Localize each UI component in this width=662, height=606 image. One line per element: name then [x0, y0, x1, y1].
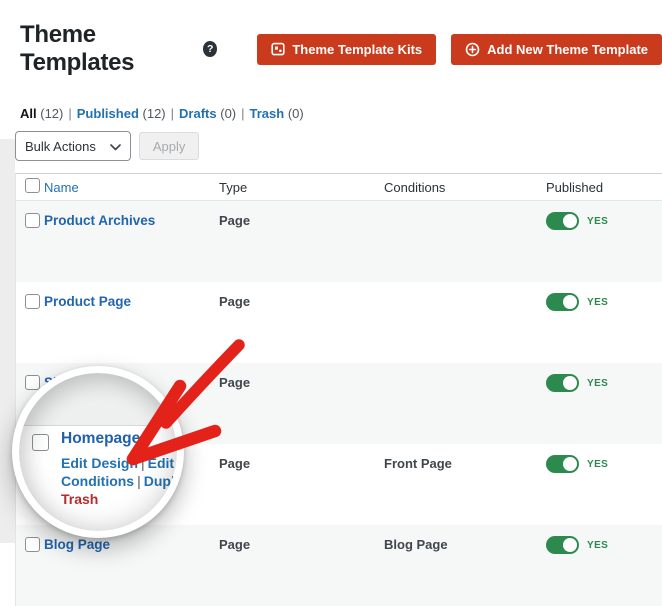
plus-circle-icon: [465, 42, 480, 57]
magnified-row-actions-line-1: Edit Design|Edit: [61, 455, 174, 471]
magnified-row-checkbox[interactable]: [32, 434, 49, 451]
column-header-conditions: Conditions: [384, 180, 546, 195]
filter-all-link[interactable]: All (12): [20, 106, 63, 121]
bulk-actions-bar: Bulk Actions Apply: [15, 131, 662, 161]
published-toggle[interactable]: [546, 455, 579, 473]
template-kit-icon: [271, 42, 285, 56]
magnified-row-actions-line-3: Trash: [61, 491, 98, 507]
published-toggle[interactable]: [546, 212, 579, 230]
magnified-edit-conditions-link-2[interactable]: Conditions: [61, 473, 134, 489]
add-new-theme-template-button[interactable]: Add New Theme Template: [451, 34, 662, 65]
template-condition: [384, 363, 546, 375]
theme-template-kits-button[interactable]: Theme Template Kits: [257, 34, 436, 65]
filter-published-link[interactable]: Published (12): [77, 106, 166, 121]
template-type: Page: [219, 444, 384, 471]
filter-trash-link[interactable]: Trash (0): [250, 106, 304, 121]
table-row: Blog Page Page Blog Page YES: [16, 525, 662, 606]
published-label: YES: [587, 459, 608, 470]
status-filters: All (12) | Published (12) | Drafts (0) |…: [20, 106, 662, 121]
template-condition: [384, 282, 546, 294]
template-type: Page: [219, 525, 384, 552]
published-toggle[interactable]: [546, 536, 579, 554]
filter-separator: |: [68, 106, 71, 121]
lens-row-band: [19, 373, 177, 426]
template-name-link[interactable]: Product Archives: [44, 213, 155, 228]
template-name-link[interactable]: Product Page: [44, 294, 131, 309]
bulk-actions-selected-value: Bulk Actions: [25, 139, 96, 154]
published-toggle[interactable]: [546, 293, 579, 311]
page-header: Theme Templates ? Theme Template Kits Ad…: [0, 0, 662, 77]
published-label: YES: [587, 378, 608, 389]
template-type: Page: [219, 282, 384, 309]
table-row: Product Archives Page YES: [16, 201, 662, 282]
bulk-actions-select[interactable]: Bulk Actions: [15, 131, 131, 161]
add-new-theme-template-label: Add New Theme Template: [487, 42, 648, 57]
table-row: Product Page Page YES: [16, 282, 662, 363]
filter-separator: |: [241, 106, 244, 121]
toggle-knob: [563, 376, 577, 390]
template-condition: Front Page: [384, 444, 546, 471]
help-icon[interactable]: ?: [203, 41, 217, 57]
magnified-edit-conditions-link[interactable]: Edit: [148, 455, 174, 471]
zoom-callout-circle: Homepage Edit Design|Edit Conditions|Dup…: [12, 366, 184, 538]
column-header-name[interactable]: Name: [44, 180, 219, 195]
toggle-knob: [563, 295, 577, 309]
row-checkbox[interactable]: [25, 294, 40, 309]
toggle-knob: [563, 457, 577, 471]
toggle-knob: [563, 214, 577, 228]
template-condition: [384, 201, 546, 213]
apply-button[interactable]: Apply: [139, 132, 200, 160]
magnified-row-actions-line-2: Conditions|Duplica: [61, 473, 184, 489]
template-name-link[interactable]: Blog Page: [44, 537, 110, 552]
magnified-trash-link[interactable]: Trash: [61, 491, 98, 507]
column-header-type: Type: [219, 180, 384, 195]
theme-template-kits-label: Theme Template Kits: [292, 42, 422, 57]
row-checkbox[interactable]: [25, 537, 40, 552]
row-checkbox[interactable]: [25, 213, 40, 228]
magnified-template-name-link[interactable]: Homepage: [61, 430, 140, 448]
filter-separator: |: [171, 106, 174, 121]
published-label: YES: [587, 297, 608, 308]
template-type: Page: [219, 363, 384, 390]
table-header-row: Name Type Conditions Published: [16, 174, 662, 201]
page-left-gutter: [0, 139, 15, 543]
toggle-knob: [563, 538, 577, 552]
published-label: YES: [587, 216, 608, 227]
column-header-published: Published: [546, 180, 662, 195]
template-type: Page: [219, 201, 384, 228]
published-label: YES: [587, 540, 608, 551]
select-all-checkbox[interactable]: [25, 178, 40, 193]
template-condition: Blog Page: [384, 525, 546, 552]
chevron-down-icon: [110, 139, 121, 154]
filter-drafts-link[interactable]: Drafts (0): [179, 106, 236, 121]
published-toggle[interactable]: [546, 374, 579, 392]
page-title: Theme Templates: [20, 21, 195, 77]
magnified-edit-design-link[interactable]: Edit Design: [61, 455, 138, 471]
